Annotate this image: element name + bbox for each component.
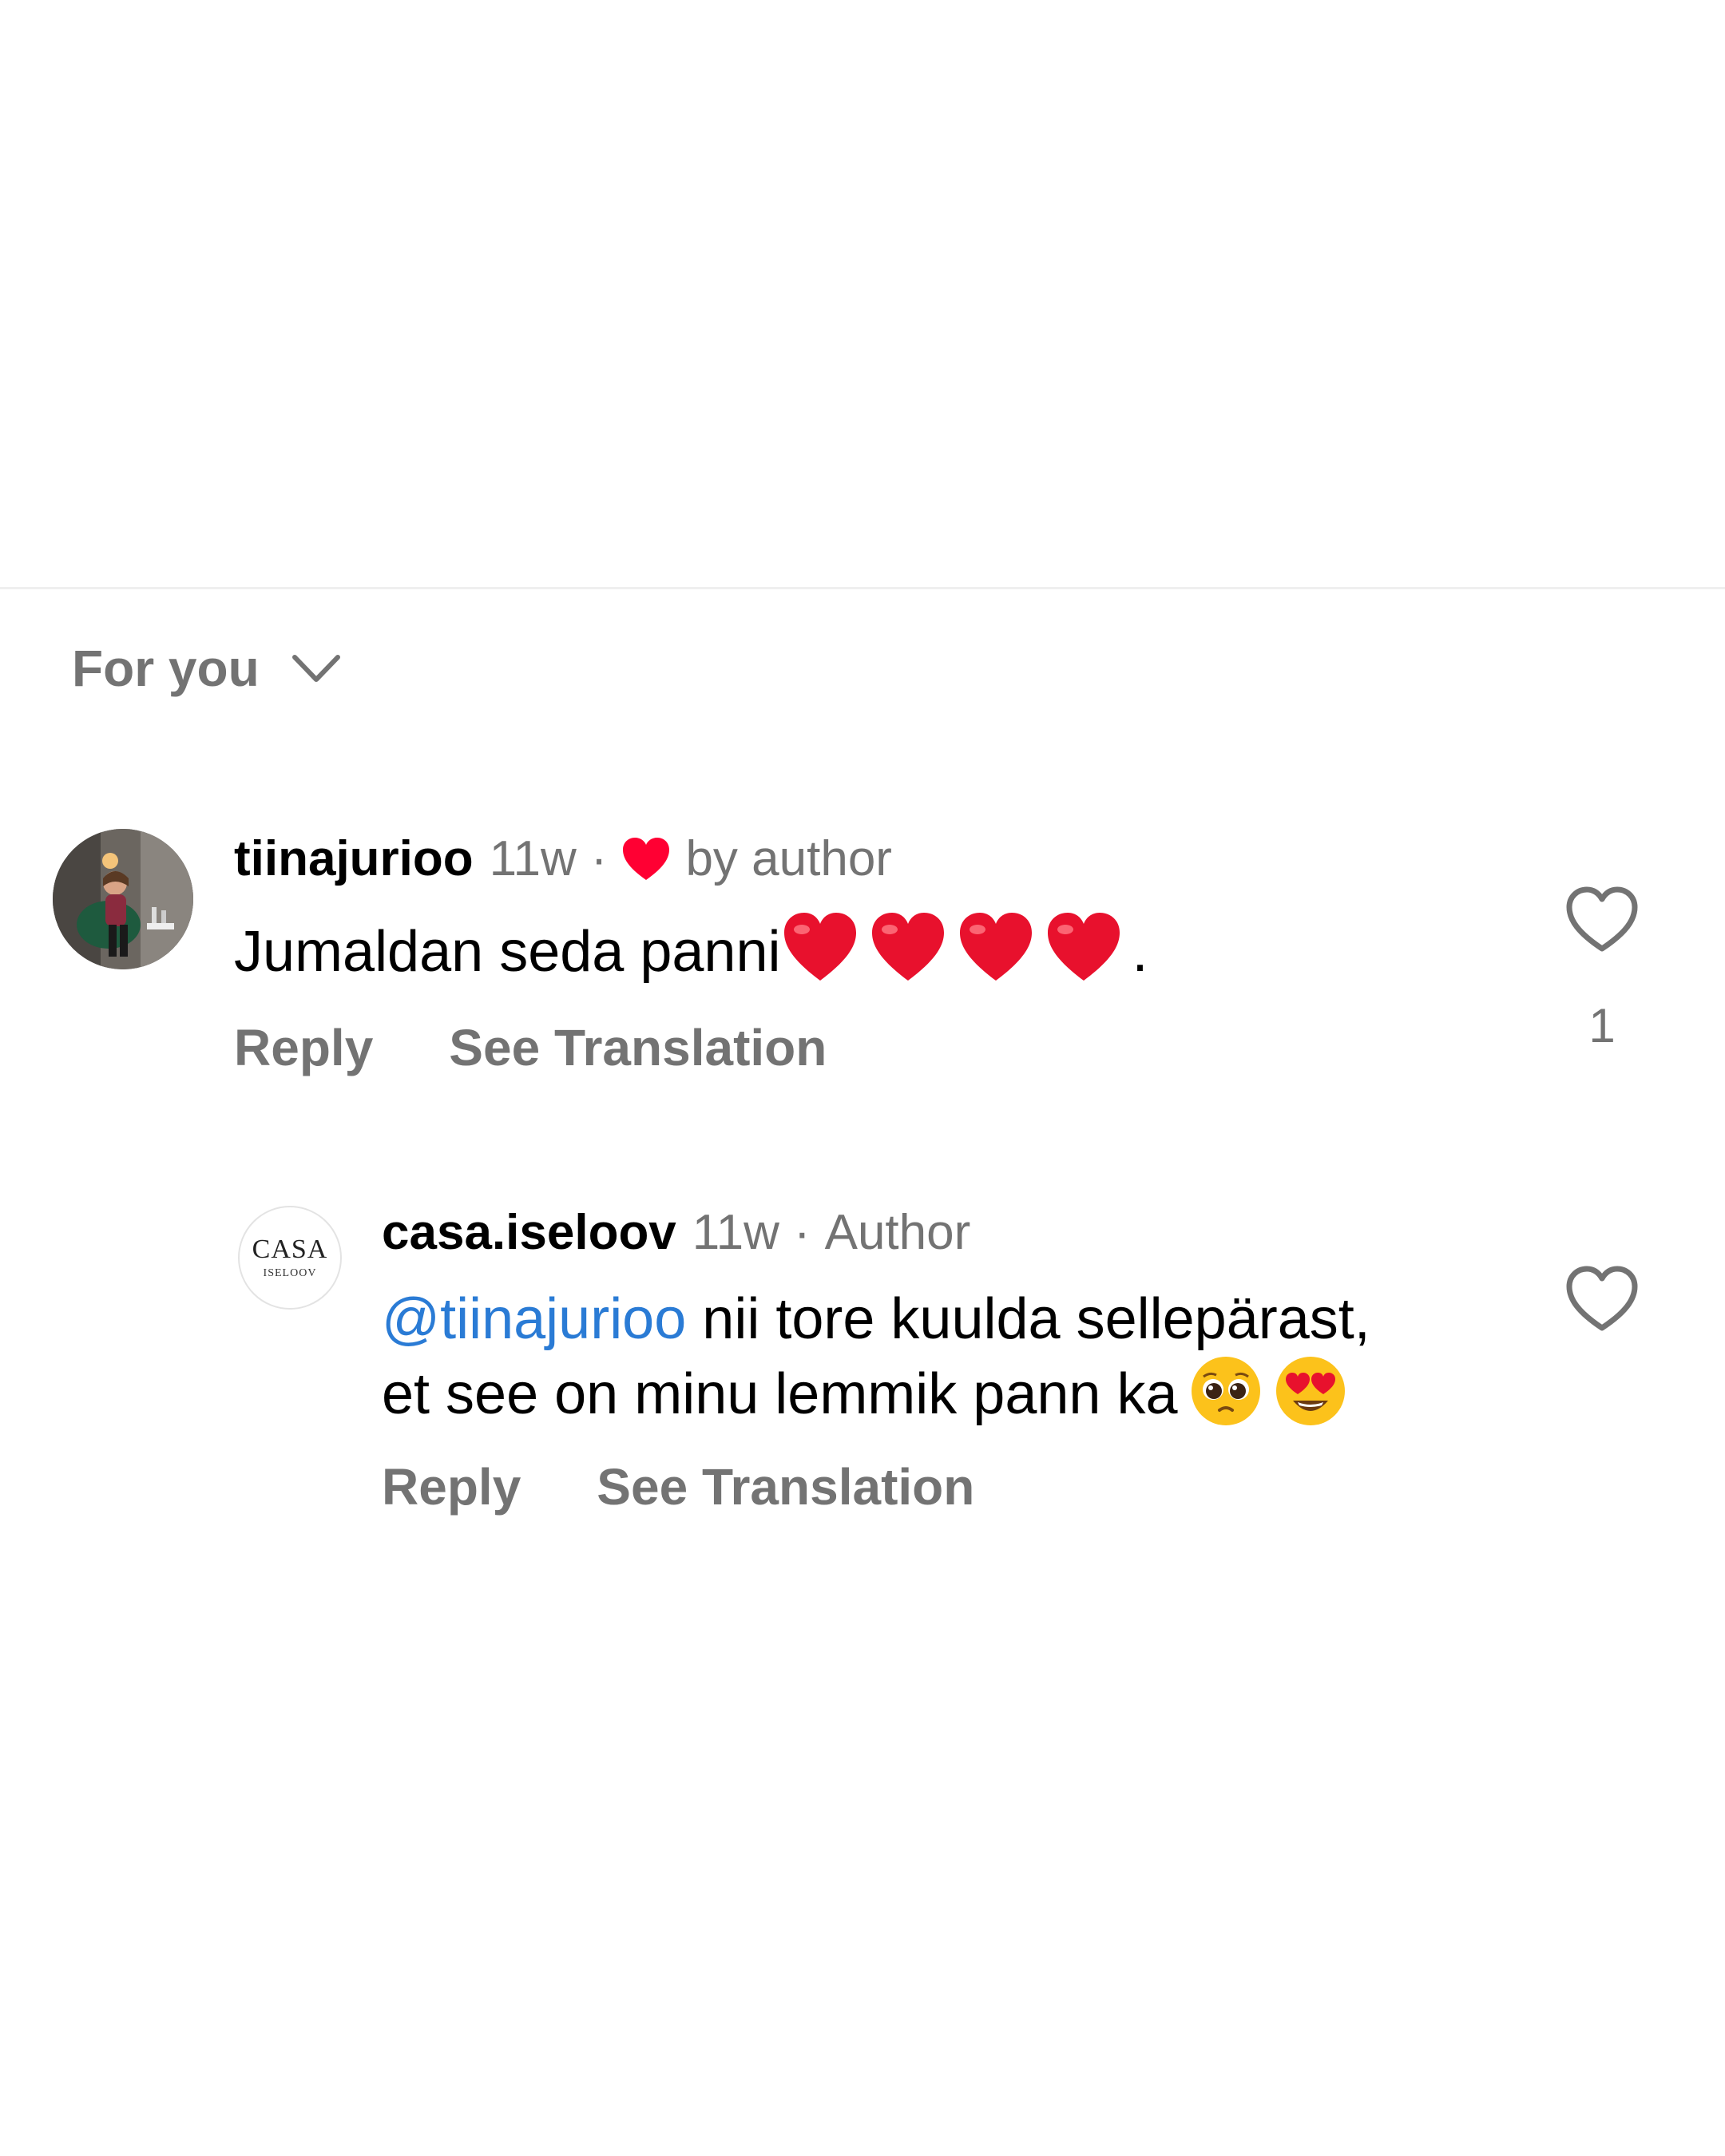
author-badge: Author: [824, 1205, 971, 1260]
avatar[interactable]: CASA ISELOOV: [238, 1206, 342, 1310]
red-heart-emoji: [781, 910, 859, 984]
pleading-face-emoji: [1189, 1354, 1263, 1428]
comment-meta: tiinajurioo 11w · by author: [234, 830, 892, 887]
comment-body: Jumaldan seda panni: [234, 920, 781, 984]
red-heart-emoji: [869, 910, 947, 984]
see-translation-button[interactable]: See Translation: [597, 1457, 974, 1516]
top-divider: [0, 587, 1725, 589]
reply-time: 11w: [692, 1205, 779, 1260]
reply-username[interactable]: casa.iseloov: [382, 1204, 676, 1261]
reply-text: @tiinajurioo nii tore kuulda sellepärast…: [382, 1284, 1370, 1429]
comment-suffix: .: [1132, 920, 1148, 984]
avatar[interactable]: [53, 829, 193, 969]
see-translation-button[interactable]: See Translation: [449, 1018, 827, 1077]
comment-text: Jumaldan seda panni.: [234, 910, 1148, 987]
reply-button[interactable]: Reply: [382, 1457, 521, 1516]
like-heart-icon[interactable]: [1565, 886, 1639, 953]
heart-eyes-face-emoji: [1274, 1354, 1347, 1428]
red-heart-emoji: [957, 910, 1035, 984]
separator-dot: ·: [793, 1205, 811, 1260]
reply-actions: Reply See Translation: [382, 1457, 974, 1516]
chevron-down-icon: [291, 655, 340, 682]
separator-dot: ·: [590, 831, 608, 886]
red-heart-emoji: [1045, 910, 1123, 984]
reply-button[interactable]: Reply: [234, 1018, 373, 1077]
comment-time: 11w: [489, 831, 577, 886]
avatar-logo-subtext: ISELOOV: [263, 1267, 317, 1279]
reply-line-2: et see on minu lemmik pann ka: [382, 1354, 1370, 1429]
avatar-logo-text: CASA: [252, 1235, 328, 1264]
comment-actions: Reply See Translation: [234, 1018, 827, 1077]
reply-line-2-text: et see on minu lemmik pann ka: [382, 1362, 1178, 1426]
reply-meta: casa.iseloov 11w · Author: [382, 1204, 970, 1261]
reply-line-1: @tiinajurioo nii tore kuulda sellepärast…: [382, 1284, 1370, 1354]
reply-line-1-text: nii tore kuulda sellepärast,: [686, 1287, 1370, 1351]
sort-label: For you: [72, 640, 260, 697]
liked-by-author-label: by author: [685, 831, 892, 886]
mention-link[interactable]: @tiinajurioo: [382, 1287, 686, 1351]
like-heart-icon[interactable]: [1565, 1266, 1639, 1333]
sort-dropdown[interactable]: For you: [72, 643, 341, 694]
comment-username[interactable]: tiinajurioo: [234, 830, 474, 887]
like-count: 1: [1588, 999, 1616, 1052]
profile-photo: [53, 829, 193, 969]
liked-by-author-heart-icon: [623, 837, 670, 880]
